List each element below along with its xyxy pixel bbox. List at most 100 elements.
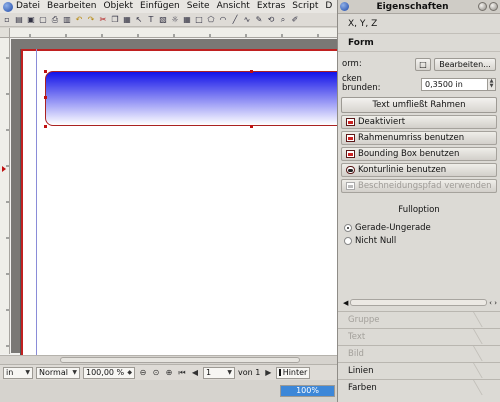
document-page[interactable] — [20, 49, 365, 363]
save-icon[interactable]: ▣ — [26, 15, 36, 25]
section-form[interactable]: Form — [338, 34, 500, 52]
layer-select[interactable]: Hinter — [276, 366, 311, 379]
menu-seite[interactable]: Seite — [187, 0, 210, 13]
next-page-icon[interactable]: ▶ — [263, 368, 273, 377]
radio-gerade-ungerade[interactable]: Gerade-Ungerade — [338, 221, 500, 234]
progress-area: 100% — [0, 380, 340, 402]
horizontal-scrollbar[interactable] — [0, 355, 340, 364]
edit-contents-icon[interactable]: ✐ — [290, 15, 300, 25]
vertical-ruler[interactable] — [0, 38, 10, 354]
section-xyz[interactable]: X, Y, Z — [338, 14, 500, 34]
menu-einfuegen[interactable]: Einfügen — [140, 0, 180, 13]
redo-icon[interactable]: ↷ — [86, 15, 96, 25]
scroll-left-icon[interactable]: ◀ — [343, 299, 348, 307]
zoom-icon[interactable]: ⌕ — [278, 15, 288, 25]
flow-option-rahmenumriss[interactable]: Rahmenumriss benutzen — [341, 131, 497, 145]
tab-label: Linien — [348, 365, 374, 376]
tab-fold — [473, 380, 500, 395]
panel-scrollbar[interactable]: ◀ ‹ › — [343, 297, 497, 308]
horizontal-ruler[interactable] — [10, 28, 340, 38]
scroll-arrows-icon[interactable]: ‹ › — [489, 299, 497, 307]
line-icon[interactable]: ╱ — [230, 15, 240, 25]
corner-radius-field[interactable]: 0,3500 in ▲ ▼ — [421, 77, 496, 91]
tab-bild: Bild — [338, 345, 500, 361]
ruler-corner[interactable] — [0, 28, 10, 38]
arc-icon[interactable]: ◠ — [218, 15, 228, 25]
imageframe-icon[interactable]: ▧ — [158, 15, 168, 25]
freehand-icon[interactable]: ✎ — [254, 15, 264, 25]
menu-more[interactable]: D — [325, 0, 332, 13]
text-flow-button[interactable]: Text umfließt Rahmen — [341, 97, 497, 113]
selection-handle[interactable] — [250, 125, 253, 128]
app-icon — [3, 1, 13, 12]
tab-gruppe: Gruppe — [338, 311, 500, 327]
zoom-field[interactable]: 100,00 % ◆ — [83, 366, 135, 379]
radio-label: Nicht Null — [355, 235, 397, 246]
flow-option-beschneidungspfad: Beschneidungspfad verwenden — [341, 179, 497, 193]
flow-option-deaktiviert[interactable]: Deaktiviert — [341, 115, 497, 129]
open-icon[interactable]: ▤ — [14, 15, 24, 25]
selection-handle[interactable] — [250, 70, 253, 73]
close-icon[interactable]: ▢ — [38, 15, 48, 25]
select-icon[interactable]: ↖ — [134, 15, 144, 25]
rotate-icon[interactable]: ⟲ — [266, 15, 276, 25]
shape-picker-button[interactable]: □ — [415, 57, 431, 71]
flow-option-bounding-box[interactable]: Bounding Box benutzen — [341, 147, 497, 161]
radio-nicht-null[interactable]: Nicht Null — [338, 234, 500, 247]
pdf-icon[interactable]: ▥ — [62, 15, 72, 25]
zoom-100-icon[interactable]: ⊙ — [151, 368, 161, 377]
flow-option-label: Deaktiviert — [358, 117, 406, 127]
unit-select[interactable]: in ▼ — [3, 366, 33, 379]
tab-farben[interactable]: Farben — [338, 379, 500, 395]
edit-shape-button[interactable]: Bearbeiten... — [434, 57, 496, 71]
previous-page-icon[interactable]: ◀ — [190, 368, 200, 377]
table-icon[interactable]: ▦ — [182, 15, 192, 25]
menu-ansicht[interactable]: Ansicht — [217, 0, 250, 13]
menu-extras[interactable]: Extras — [257, 0, 285, 13]
canvas-area[interactable] — [11, 39, 365, 363]
mode-select[interactable]: Normal ▼ — [36, 366, 80, 379]
form-row: orm: □ Bearbeiten... — [338, 55, 500, 73]
tab-fold — [473, 363, 500, 378]
textframe-icon[interactable]: T — [146, 15, 156, 25]
undo-icon[interactable]: ↶ — [74, 15, 84, 25]
close-button[interactable] — [489, 2, 498, 11]
zoom-value: 100,00 % — [86, 367, 125, 377]
page-select[interactable]: 1 ▼ — [203, 366, 235, 379]
layer-color-swatch — [279, 369, 281, 376]
menu-bearbeiten[interactable]: Bearbeiten — [47, 0, 96, 13]
gradient-rounded-rectangle[interactable] — [45, 71, 365, 126]
first-page-icon[interactable]: ⏮ — [177, 368, 187, 378]
paste-icon[interactable]: ▦ — [122, 15, 132, 25]
cut-icon[interactable]: ✂ — [98, 15, 108, 25]
shade-button[interactable] — [478, 2, 487, 11]
render-icon[interactable]: ☼ — [170, 15, 180, 25]
menu-script[interactable]: Script — [292, 0, 318, 13]
menu-objekt[interactable]: Objekt — [103, 0, 133, 13]
zoom-out-icon[interactable]: ⊖ — [138, 368, 148, 377]
scrollbar-thumb[interactable] — [60, 357, 300, 363]
shape-icon[interactable]: □ — [194, 15, 204, 25]
flow-option-konturlinie[interactable]: Konturlinie benutzen — [341, 163, 497, 177]
guide-line[interactable] — [36, 49, 37, 363]
copy-icon[interactable]: ❐ — [110, 15, 120, 25]
bezier-icon[interactable]: ∿ — [242, 15, 252, 25]
selection-handle[interactable] — [44, 96, 47, 99]
tab-linien[interactable]: Linien — [338, 362, 500, 378]
zoom-in-icon[interactable]: ⊕ — [164, 368, 174, 377]
polygon-icon[interactable]: ⬠ — [206, 15, 216, 25]
flow-option-label: Rahmenumriss benutzen — [358, 133, 465, 143]
selection-handle[interactable] — [44, 125, 47, 128]
new-icon[interactable]: ▫ — [2, 15, 12, 25]
selection-handle[interactable] — [44, 70, 47, 73]
menu-datei[interactable]: Datei — [16, 0, 40, 13]
radio-indicator — [344, 223, 352, 232]
corner-radius-value: 0,3500 in — [425, 79, 463, 89]
spin-icon: ◆ — [127, 368, 132, 376]
document-workspace — [0, 28, 365, 364]
spin-arrows-icon[interactable]: ▲ ▼ — [487, 78, 495, 90]
print-icon[interactable]: ⎙ — [50, 15, 60, 25]
panel-titlebar: Eigenschaften — [338, 0, 500, 14]
clip-path-icon — [346, 182, 355, 190]
panel-scrollbar-track[interactable] — [350, 299, 488, 306]
